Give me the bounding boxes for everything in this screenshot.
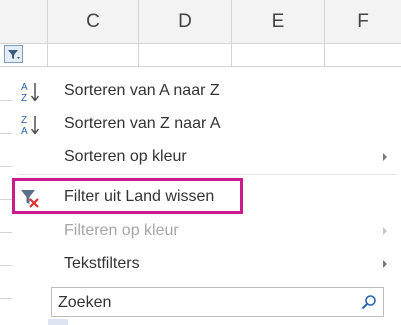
column-header-f[interactable]: F [325,0,401,43]
highlight-box [12,178,243,214]
column-header-bar: C D E F [0,0,401,44]
filter-icon [8,50,20,59]
menu-item-text-filters[interactable]: Tekstfilters [13,248,401,281]
menu-item-filter-by-color: Filteren op kleur [13,215,401,248]
menu-item-label: Tekstfilters [64,255,140,272]
search-input[interactable]: Zoeken [51,287,384,317]
svg-text:A: A [21,82,28,93]
scrollbar-fragment [48,319,68,325]
column-header-e[interactable]: E [232,0,325,43]
cell[interactable] [48,44,139,66]
submenu-arrow-icon [383,260,387,268]
cell[interactable] [139,44,232,66]
sort-ascending-icon: A Z [21,82,40,104]
menu-item-label: Sorteren op kleur [64,148,187,165]
sort-descending-icon: Z A [21,115,40,137]
menu-item-sort-z-a[interactable]: Z A Sorteren van Z naar A [13,108,401,141]
svg-text:Z: Z [21,93,27,104]
filter-dropdown-button[interactable] [4,45,23,63]
menu-item-sort-a-z[interactable]: A Z Sorteren van A naar Z [13,75,401,108]
search-placeholder: Zoeken [58,294,112,311]
select-all-corner[interactable] [0,0,48,43]
submenu-arrow-icon [383,153,387,161]
menu-item-label: Sorteren van Z naar A [64,115,221,132]
menu-separator [17,174,397,175]
submenu-arrow-icon [383,227,387,235]
svg-text:A: A [21,126,28,137]
search-icon[interactable] [361,294,377,310]
cell[interactable] [232,44,325,66]
sheet-row-1 [0,44,401,67]
menu-item-sort-by-color[interactable]: Sorteren op kleur [13,141,401,174]
menu-item-label: Sorteren van A naar Z [64,82,220,99]
menu-item-label: Filteren op kleur [64,222,179,239]
column-header-c[interactable]: C [48,0,139,43]
svg-text:Z: Z [21,115,27,126]
column-header-d[interactable]: D [139,0,232,43]
